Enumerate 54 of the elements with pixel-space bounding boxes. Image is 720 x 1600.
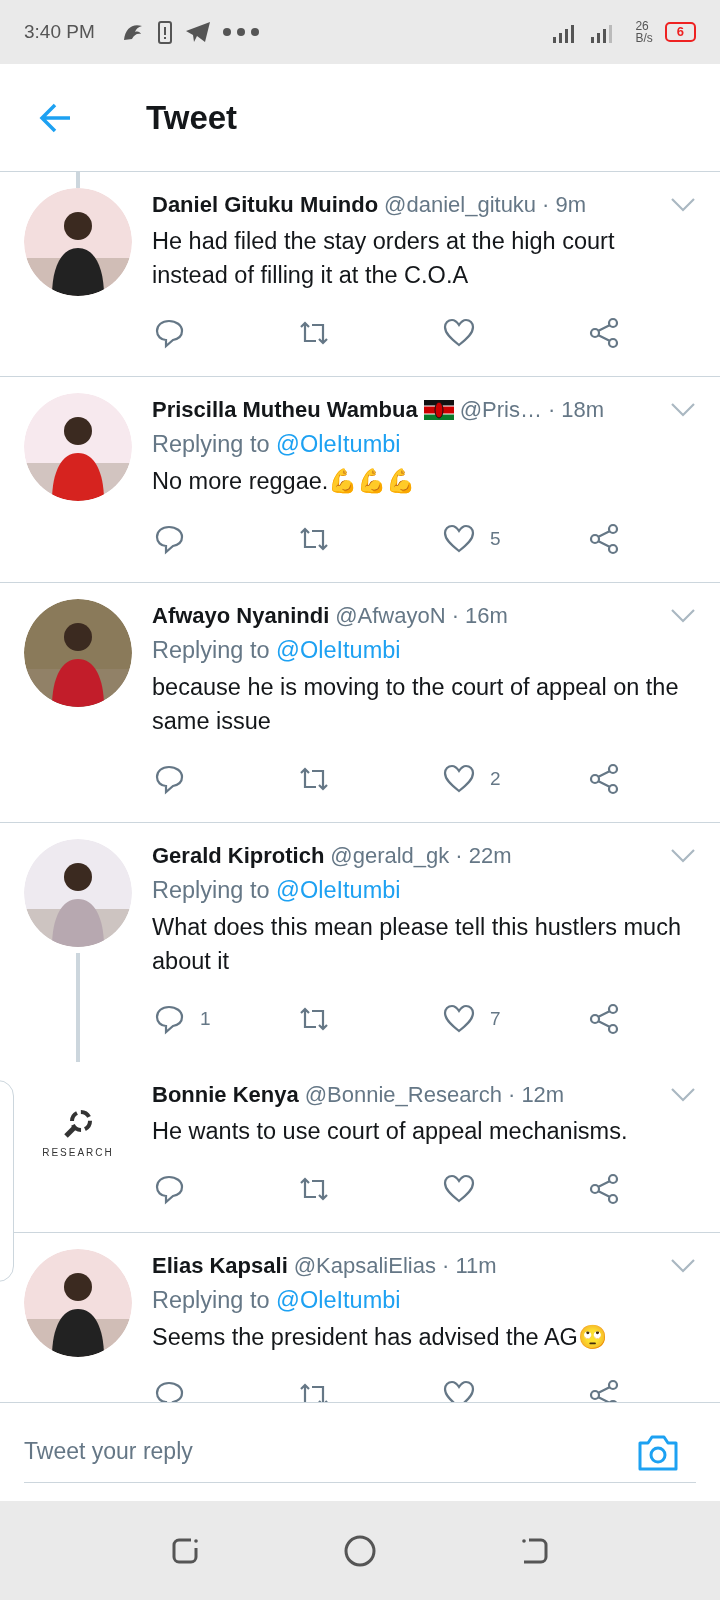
- user-handle[interactable]: @Bonnie_Research: [304, 1082, 502, 1108]
- user-name: Afwayo Nyanindi: [152, 603, 330, 629]
- user-handle[interactable]: @KapsaliElias: [293, 1253, 436, 1279]
- battery-level: 6: [664, 22, 696, 42]
- tweet-time: · 16m: [451, 603, 508, 629]
- mention-link[interactable]: @OleItumbi: [276, 431, 401, 457]
- like-count: 2: [490, 768, 501, 790]
- mention-link[interactable]: @OleItumbi: [276, 637, 401, 663]
- tweet-text: He had filed the stay orders at the high court instead of filling it at the C.O.A: [152, 227, 616, 290]
- replying-to-text: Replying to @OleItumbi: [152, 877, 402, 904]
- tweet-time: · 22m: [455, 843, 512, 869]
- user-name: Gerald Kiprotich: [152, 843, 325, 869]
- tweet-text: because he is moving to the court of appeal on the same issue: [152, 673, 680, 736]
- user-name: Priscilla Mutheu Wambua: [152, 397, 418, 423]
- replying-to-text: Replying to @OleItumbi: [152, 431, 402, 458]
- replying-to-text: Replying to @OleItumbi: [152, 637, 402, 664]
- telegram-icon: [184, 21, 211, 43]
- heart-icon[interactable]: [442, 1378, 476, 1402]
- like-count: 5: [490, 528, 501, 550]
- more-icon: [222, 28, 259, 36]
- user-handle[interactable]: @gerald_gk: [330, 843, 450, 869]
- user-handle[interactable]: @daniel_gituku: [384, 192, 537, 218]
- share-icon[interactable]: [587, 1378, 621, 1402]
- user-handle[interactable]: @AfwayoN: [335, 603, 446, 629]
- battery-alert-icon: [156, 19, 173, 45]
- tweet-time: · 11m: [441, 1253, 497, 1279]
- page-title: Tweet: [146, 98, 238, 137]
- share-icon[interactable]: [587, 1002, 621, 1036]
- tweet-time: · 12m: [507, 1082, 565, 1108]
- tweet-text: He wants to use court of appeal mechanisms.: [152, 1117, 629, 1146]
- tweet-time: · 9m: [542, 192, 587, 218]
- user-name: Elias Kapsali: [152, 1253, 288, 1279]
- share-icon[interactable]: [587, 316, 621, 350]
- share-icon[interactable]: [587, 762, 621, 796]
- tweet-text: What does this mean please tell this hustlers much about it: [152, 913, 682, 976]
- reply-count: 1: [200, 1008, 211, 1030]
- user-name: Daniel Gituku Muindo: [152, 192, 379, 218]
- tweet-time: · 18m: [547, 397, 605, 423]
- mention-link[interactable]: @OleItumbi: [276, 1287, 401, 1313]
- replying-to-text: Replying to @OleItumbi: [152, 1287, 402, 1314]
- share-icon[interactable]: [587, 1172, 621, 1206]
- user-name: Bonnie Kenya: [152, 1082, 299, 1108]
- like-count: 7: [490, 1008, 501, 1030]
- home-icon[interactable]: [343, 1534, 377, 1568]
- reply-field[interactable]: Tweet your reply: [24, 1421, 696, 1483]
- status-time: 3:40 PM: [24, 21, 95, 43]
- user-handle[interactable]: @Pris…: [459, 397, 542, 423]
- share-icon[interactable]: [587, 522, 621, 556]
- mention-link[interactable]: @OleItumbi: [276, 877, 401, 903]
- network-speed: 26 B/s: [635, 20, 653, 44]
- tweet-text: Seems the president has advised the AG🙄: [152, 1323, 608, 1352]
- camera-icon[interactable]: [636, 1433, 680, 1473]
- logo-text: RESEARCH: [42, 1146, 114, 1158]
- tweet-text: No more reggae.💪💪💪: [152, 467, 417, 496]
